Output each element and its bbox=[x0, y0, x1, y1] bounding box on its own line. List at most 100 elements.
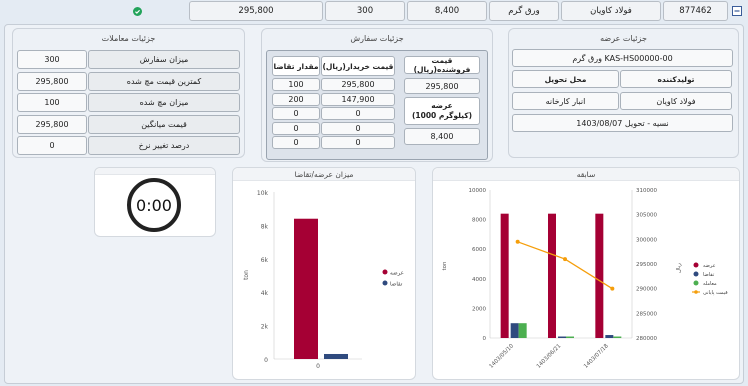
transaction-value: 295,800 bbox=[17, 71, 87, 91]
y2-axis-label: ریال bbox=[676, 263, 682, 273]
y-axis-label: ton bbox=[243, 270, 250, 280]
timer-value: 0:00 bbox=[136, 196, 172, 215]
legend-label: قیمت پایانی bbox=[703, 290, 728, 296]
y-tick-label: 2k bbox=[261, 324, 269, 331]
transaction-value: 0 bbox=[17, 136, 87, 155]
demand-qty-cell: 0 bbox=[272, 107, 320, 120]
buy-price-cell: 295,800 bbox=[321, 78, 395, 91]
bar-1 bbox=[558, 336, 566, 338]
buy-price-cell: 0 bbox=[321, 136, 395, 149]
transaction-value: 295,800 bbox=[17, 114, 87, 134]
legend-marker bbox=[382, 280, 388, 286]
panel-title: میزان عرضه/تقاضا bbox=[233, 168, 415, 181]
panel-title: جزئیات سفارش bbox=[350, 34, 404, 43]
y2-tick-label: 290000 bbox=[636, 287, 657, 293]
y-tick-label: 0 bbox=[483, 336, 487, 342]
x-tick-label: 1403/05/10 bbox=[488, 343, 515, 370]
price-point bbox=[610, 286, 615, 291]
y2-tick-label: 300000 bbox=[636, 237, 657, 243]
offer-terms: نسیه - تحویل 1403/08/07 bbox=[512, 114, 733, 132]
transaction-label: میزان سفارش bbox=[88, 50, 240, 69]
summary-producer: فولاد کاویان bbox=[561, 1, 661, 21]
bar-0 bbox=[595, 213, 604, 338]
panel-title: سابقه bbox=[433, 168, 739, 181]
x-tick-label: 1403/07/18 bbox=[583, 343, 610, 370]
y2-tick-label: 295000 bbox=[636, 262, 657, 268]
status-cell bbox=[87, 1, 187, 21]
legend-marker bbox=[693, 262, 699, 268]
y2-tick-label: 280000 bbox=[636, 336, 657, 342]
offer-product: ورق گرم KAS-HS00000-00 bbox=[512, 49, 733, 67]
demand-qty-cell: 100 bbox=[272, 78, 320, 91]
panel-title: جزئیات معاملات bbox=[101, 34, 156, 43]
bar-1 bbox=[605, 335, 614, 338]
bar-2 bbox=[518, 323, 527, 338]
panel-title: جزئیات عرضه bbox=[600, 34, 647, 43]
legend-label: عرضه bbox=[390, 271, 404, 277]
legend-marker bbox=[693, 280, 699, 286]
transaction-label: میزان مچ شده bbox=[88, 93, 240, 112]
legend-marker bbox=[693, 271, 699, 277]
buy-price-cell: 147,900 bbox=[321, 92, 395, 106]
legend-label: عرضه bbox=[703, 263, 716, 269]
bar-1 bbox=[324, 353, 348, 359]
summary-price: 295,800 bbox=[189, 1, 323, 21]
y2-tick-label: 305000 bbox=[636, 213, 657, 219]
y-tick-label: 4000 bbox=[472, 277, 486, 283]
legend-label: معامله bbox=[703, 281, 717, 287]
transaction-value: 300 bbox=[17, 50, 87, 69]
delivery-label: محل تحویل bbox=[512, 70, 619, 88]
supply-demand-chart: 0 2k 4k 6k 8k 10k ton عرضه تقاضا 0 bbox=[243, 190, 404, 370]
bar-2 bbox=[566, 336, 574, 338]
price-point bbox=[515, 239, 520, 244]
summary-id: 877462 bbox=[663, 1, 728, 21]
sell-price-value: 295,800 bbox=[404, 78, 480, 94]
summary-order: 300 bbox=[325, 1, 405, 21]
bar-0 bbox=[548, 213, 556, 338]
sell-price-header: قیمت فروشنده(ریال) bbox=[404, 56, 480, 74]
y-tick-label: 0 bbox=[264, 357, 268, 364]
demand-qty-header: مقدار تقاضا bbox=[272, 56, 320, 76]
transaction-label: درصد تغییر نرخ bbox=[88, 136, 240, 155]
bar-0 bbox=[500, 213, 509, 338]
legend-marker bbox=[694, 290, 698, 294]
y2-tick-label: 310000 bbox=[636, 188, 657, 194]
x-tick-label: 1403/06/21 bbox=[536, 343, 563, 370]
summary-type: ورق گرم bbox=[489, 1, 559, 21]
bar-1 bbox=[510, 323, 519, 338]
bar-2 bbox=[613, 336, 622, 338]
legend-label: تقاضا bbox=[390, 282, 403, 288]
buy-price-header: قیمت خریدار(ریال) bbox=[321, 56, 395, 76]
buy-price-cell: 0 bbox=[321, 121, 395, 135]
y-tick-label: 2000 bbox=[472, 306, 486, 312]
y-tick-label: 6000 bbox=[472, 247, 486, 253]
y-tick-label: 8k bbox=[261, 223, 269, 230]
y-tick-label: 6k bbox=[261, 257, 269, 264]
y2-tick-label: 285000 bbox=[636, 311, 657, 317]
legend-label: تقاضا bbox=[703, 272, 715, 278]
y-tick-label: 8000 bbox=[472, 218, 486, 224]
collapse-toggle[interactable] bbox=[730, 1, 744, 21]
y-axis-label: ton bbox=[442, 261, 448, 271]
y-tick-label: 4k bbox=[261, 290, 269, 297]
buy-price-cell: 0 bbox=[321, 107, 395, 120]
price-point bbox=[563, 257, 567, 262]
y-tick-label: 10000 bbox=[469, 188, 487, 194]
y-tick-label: 10k bbox=[257, 190, 269, 197]
demand-qty-cell: 200 bbox=[272, 92, 320, 106]
transaction-value: 100 bbox=[17, 93, 87, 112]
producer-label: تولیدکننده bbox=[620, 70, 732, 88]
demand-qty-cell: 0 bbox=[272, 136, 320, 149]
history-chart: 0 2000 4000 6000 8000 10000 280000 285000 290000… bbox=[442, 188, 728, 370]
summary-bar: 877462 فولاد کاویان ورق گرم 8,400 300 29… bbox=[0, 0, 748, 22]
producer-value: فولاد کاویان bbox=[620, 92, 732, 110]
timer-ring: 0:00 bbox=[127, 178, 181, 232]
check-circle-icon bbox=[132, 6, 142, 16]
legend-marker bbox=[382, 269, 388, 275]
minus-square-icon[interactable] bbox=[732, 6, 742, 16]
demand-qty-cell: 0 bbox=[272, 121, 320, 135]
transaction-label: کمترین قیمت مچ شده bbox=[88, 71, 240, 91]
supply-value: 8,400 bbox=[404, 128, 480, 145]
bar-0 bbox=[294, 218, 318, 359]
transaction-label: قیمت میانگین bbox=[88, 114, 240, 134]
